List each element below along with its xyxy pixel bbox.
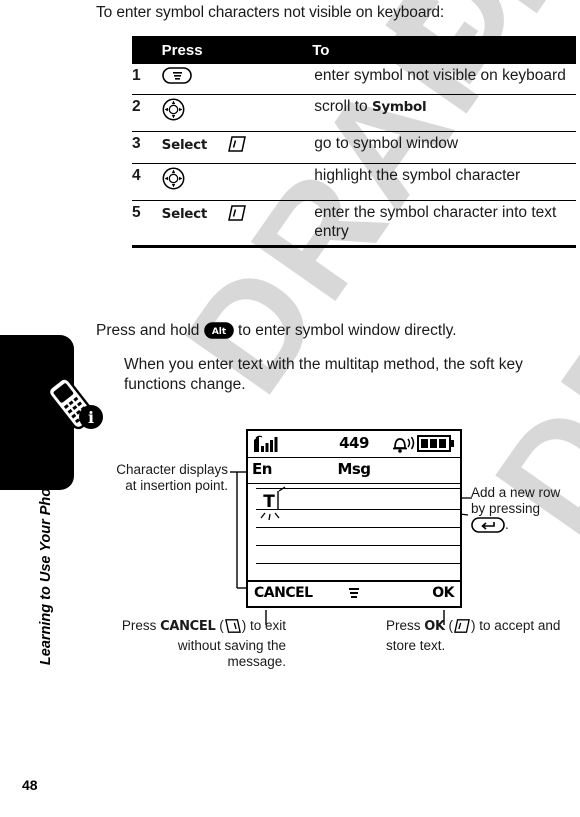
step-number: 4 — [132, 163, 156, 201]
character-count: 449 — [339, 434, 369, 452]
step-press — [155, 64, 313, 95]
phone-screen: 449 En Msg T CANCEL OK — [246, 429, 462, 608]
battery-icon — [417, 435, 455, 458]
phone-display-figure: 449 En Msg T CANCEL OK Character display… — [96, 420, 580, 700]
callout-cancel: Press CANCEL () to exit without saving t… — [116, 618, 286, 671]
right-soft-key-icon — [227, 204, 247, 228]
note-paragraph: When you enter text with the multitap me… — [124, 356, 523, 393]
callout-cancel-paren-open: ( — [215, 618, 224, 633]
press-hold-text-before: Press and hold — [96, 322, 204, 339]
insertion-cursor-character: T — [260, 486, 294, 528]
step-number: 1 — [132, 64, 156, 95]
callout-add-row-after: . — [505, 517, 509, 533]
table-row: 4 highlight the symbol character — [132, 163, 576, 201]
ringer-alert-icon — [390, 435, 416, 458]
soft-key-label: Select — [161, 205, 208, 222]
callout-cancel-before: Press — [121, 618, 161, 633]
step-description: enter symbol not visible on keyboard — [312, 64, 576, 95]
header-to: To — [312, 36, 576, 64]
step-number: 5 — [132, 200, 156, 249]
callout-add-row: Add a new row by pressing . — [471, 485, 576, 538]
alt-key-icon: Alt — [203, 322, 234, 344]
callout-character-insertion: Character displays at insertion point. — [116, 462, 228, 494]
left-soft-key-icon — [224, 618, 242, 638]
callout-ok: Press OK () to accept and store text. — [386, 618, 566, 654]
step-press — [155, 163, 313, 201]
step-number: 3 — [132, 131, 156, 164]
page-number: 48 — [22, 777, 38, 793]
callout-ok-before: Press — [386, 618, 425, 633]
step-description-prefix: scroll to — [314, 97, 372, 115]
signal-strength-icon — [252, 434, 286, 459]
content-column: To enter symbol characters not visible o… — [96, 0, 580, 817]
callout-add-row-before: Add a new row by pressing — [471, 485, 561, 517]
enter-key-icon — [471, 517, 505, 537]
svg-text:Alt: Alt — [212, 327, 227, 337]
svg-text:T: T — [263, 492, 275, 512]
step-press: Select — [155, 131, 313, 164]
step-number: 2 — [132, 94, 156, 132]
step-description-bold: Symbol — [371, 98, 427, 115]
soft-key-label: Select — [161, 136, 208, 153]
header-press: Press — [155, 36, 313, 64]
table-row: 1 enter symbol not visible on keyboard — [132, 64, 576, 95]
message-header-bar: En Msg — [248, 458, 460, 484]
step-description: highlight the symbol character — [312, 163, 576, 201]
text-entry-line — [256, 545, 460, 546]
softkey-cancel-label[interactable]: CANCEL — [254, 585, 313, 601]
symbol-steps-table: Press To 1 enter symbol not visible on k… — [132, 36, 576, 249]
svg-text:i: i — [88, 408, 94, 427]
message-label: Msg — [337, 460, 371, 478]
intro-text: To enter symbol characters not visible o… — [96, 4, 445, 21]
menu-key-icon — [161, 67, 192, 90]
text-entry-line — [256, 563, 460, 564]
phone-info-icon: i — [44, 372, 106, 434]
right-soft-key-icon — [227, 135, 247, 159]
entry-mode-label: En — [252, 460, 272, 478]
table-row: 5 Select enter the symbol character into… — [132, 200, 576, 249]
step-press: Select — [155, 200, 313, 249]
section-label: Learning to Use Your Phone — [38, 470, 54, 666]
press-hold-text-after: to enter symbol window directly. — [233, 322, 457, 339]
softkey-ok-label[interactable]: OK — [432, 585, 454, 601]
header-number — [132, 36, 156, 64]
soft-key-bar: CANCEL OK — [248, 580, 460, 606]
table-row: 3 Select go to symbol window — [132, 131, 576, 164]
manual-page: DRAFT DRAFT DRAFT i Learning to Use Your… — [0, 0, 580, 817]
status-bar: 449 — [248, 431, 460, 458]
step-description: scroll to Symbol — [312, 94, 576, 132]
navigation-key-icon — [162, 98, 185, 127]
right-soft-key-icon — [453, 618, 471, 638]
callout-ok-bold: OK — [424, 619, 445, 634]
callout-ok-paren-open: ( — [444, 618, 454, 633]
callout-cancel-bold: CANCEL — [160, 619, 216, 634]
navigation-key-icon — [162, 167, 185, 196]
step-description: go to symbol window — [312, 131, 576, 164]
table-row: 2 scroll to Symbol — [132, 94, 576, 132]
step-press — [155, 94, 313, 132]
menu-key-icon[interactable] — [347, 586, 361, 607]
press-hold-paragraph: Press and hold Alt to enter symbol windo… — [96, 322, 457, 344]
table-header-row: Press To — [132, 36, 576, 64]
step-description: enter the symbol character into text ent… — [312, 200, 576, 249]
